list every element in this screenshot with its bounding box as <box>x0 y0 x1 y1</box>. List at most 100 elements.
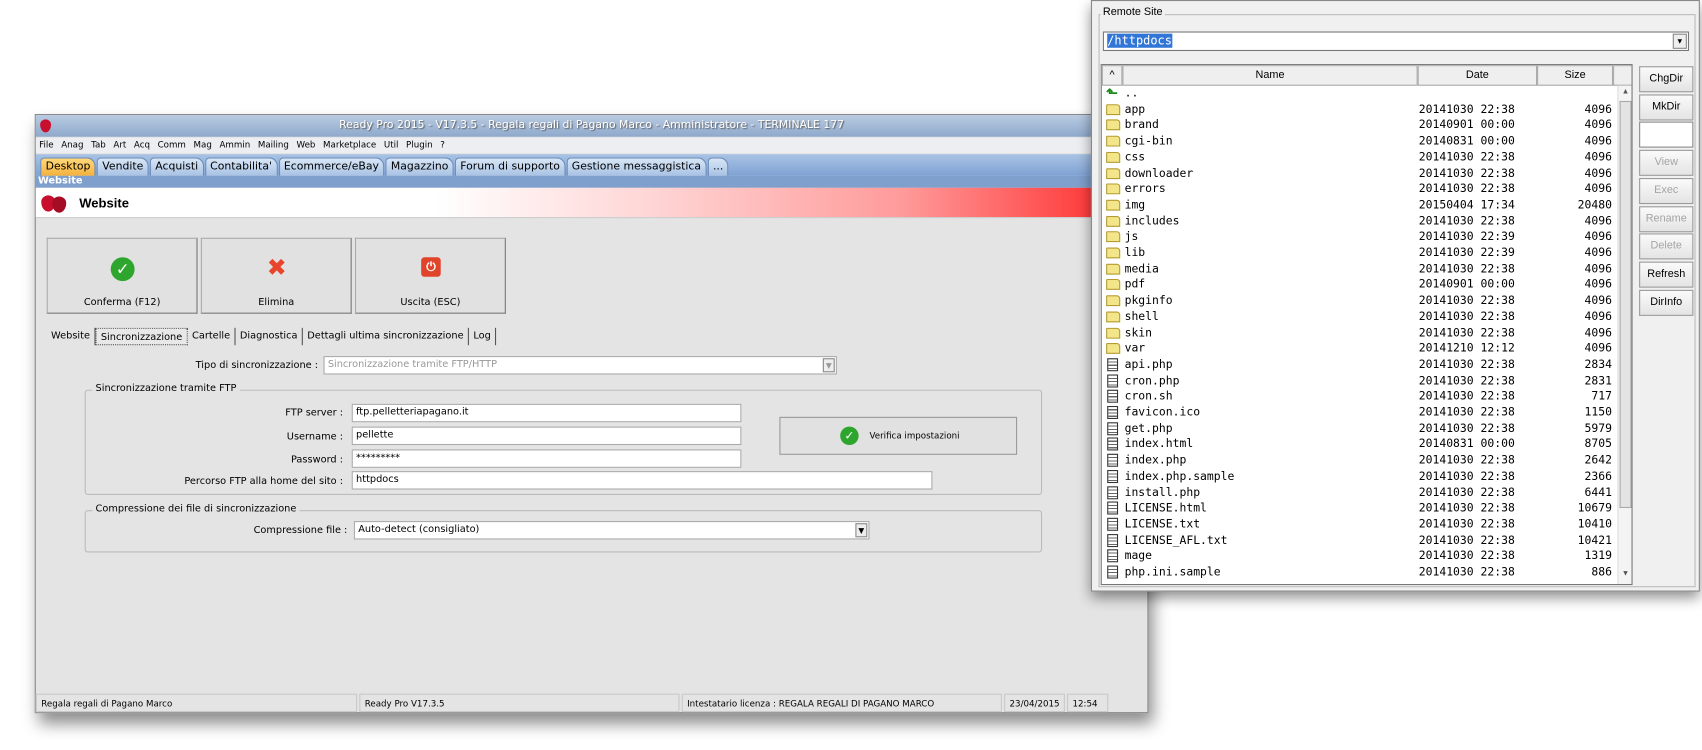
menu-ammin[interactable]: Ammin <box>219 140 250 150</box>
file-name: pdf <box>1124 278 1146 292</box>
file-row[interactable]: LICENSE_AFL.txt 20141030 22:38 10421 <box>1102 533 1612 549</box>
menu-util[interactable]: Util <box>384 140 399 150</box>
tab-8[interactable]: ... <box>707 157 729 176</box>
subtab-2[interactable]: Cartelle <box>188 327 236 346</box>
scroll-up-icon[interactable]: ▲ <box>1622 88 1630 96</box>
dropdown-arrow-icon[interactable]: ▼ <box>822 358 835 373</box>
size-column-header[interactable]: Size <box>1537 65 1614 86</box>
remote-command-input[interactable] <box>1639 121 1694 148</box>
tab-1[interactable]: Vendite <box>96 157 149 176</box>
vertical-scrollbar[interactable]: ▲ ▼ <box>1617 85 1632 584</box>
menu-comm[interactable]: Comm <box>158 140 186 150</box>
subtab-0[interactable]: Website <box>47 327 96 346</box>
menu-acq[interactable]: Acq <box>134 140 150 150</box>
file-row[interactable]: pkginfo 20141030 22:38 4096 <box>1102 293 1612 309</box>
file-row[interactable]: api.php 20141030 22:38 2834 <box>1102 357 1612 373</box>
file-row[interactable]: mage 20141030 22:38 1319 <box>1102 548 1612 564</box>
file-name: lib <box>1124 246 1146 260</box>
file-row[interactable]: skin 20141030 22:38 4096 <box>1102 325 1612 341</box>
menu-file[interactable]: File <box>39 140 54 150</box>
file-row[interactable]: cron.php 20141030 22:38 2831 <box>1102 373 1612 389</box>
file-row[interactable]: downloader 20141030 22:38 4096 <box>1102 166 1612 182</box>
menu-web[interactable]: Web <box>296 140 315 150</box>
file-row[interactable]: img 20150404 17:34 20480 <box>1102 197 1612 213</box>
file-name: app <box>1124 102 1146 116</box>
menu-mailing[interactable]: Mailing <box>258 140 289 150</box>
compression-select[interactable]: Auto-detect (consigliato) ▼ <box>353 521 870 540</box>
scrollbar-thumb[interactable] <box>1619 100 1632 509</box>
file-row[interactable]: brand 20140901 00:00 4096 <box>1102 118 1612 134</box>
file-row[interactable]: lib 20141030 22:39 4096 <box>1102 245 1612 261</box>
file-icon <box>1107 501 1119 515</box>
tab-4[interactable]: Ecommerce/eBay <box>278 157 385 176</box>
username-input[interactable]: pellette <box>351 426 742 446</box>
dropdown-arrow-icon[interactable]: ▼ <box>855 523 868 538</box>
file-row[interactable]: shell 20141030 22:38 4096 <box>1102 309 1612 325</box>
file-row[interactable]: index.php.sample 20141030 22:38 2366 <box>1102 469 1612 485</box>
menu-anag[interactable]: Anag <box>61 140 83 150</box>
menu-plugin[interactable]: Plugin <box>406 140 433 150</box>
file-row[interactable]: cron.sh 20141030 22:38 717 <box>1102 389 1612 405</box>
file-row[interactable]: index.html 20140831 00:00 8705 <box>1102 437 1612 453</box>
menu-mag[interactable]: Mag <box>194 140 212 150</box>
file-row[interactable]: cgi-bin 20140831 00:00 4096 <box>1102 134 1612 150</box>
menu-art[interactable]: Art <box>113 140 126 150</box>
file-name: cron.sh <box>1124 390 1173 404</box>
mkdir-button[interactable]: MkDir <box>1639 94 1694 121</box>
file-row[interactable]: get.php 20141030 22:38 5979 <box>1102 421 1612 437</box>
view-button[interactable]: View <box>1639 149 1694 176</box>
subtab-5[interactable]: Log <box>469 327 497 346</box>
file-row[interactable]: LICENSE.txt 20141030 22:38 10410 <box>1102 517 1612 533</box>
tab-0[interactable]: Desktop <box>40 157 96 176</box>
tab-6[interactable]: Forum di supporto <box>454 157 566 176</box>
delete-button[interactable]: Delete <box>1639 233 1694 260</box>
menu-tab[interactable]: Tab <box>91 140 106 150</box>
tab-2[interactable]: Acquisti <box>149 157 204 176</box>
folder-icon <box>1106 279 1121 291</box>
file-row[interactable]: php.ini.sample 20141030 22:38 886 <box>1102 564 1612 580</box>
file-row[interactable]: pdf 20140901 00:00 4096 <box>1102 277 1612 293</box>
rename-button[interactable]: Rename <box>1639 206 1694 233</box>
sync-type-select[interactable]: Sincronizzazione tramite FTP/HTTP ▼ <box>323 356 837 375</box>
file-row[interactable]: index.php 20141030 22:38 2642 <box>1102 453 1612 469</box>
exec-button[interactable]: Exec <box>1639 178 1694 205</box>
verify-settings-button[interactable]: ✓ Verifica impostazioni <box>779 416 1018 455</box>
subtab-1[interactable]: Sincronizzazione <box>95 327 188 346</box>
ftp-server-input[interactable]: ftp.pelletteriapagano.it <box>351 403 742 423</box>
sort-column-header[interactable]: ^ <box>1101 65 1123 86</box>
dirinfo-button[interactable]: DirInfo <box>1639 289 1694 316</box>
name-column-header[interactable]: Name <box>1122 65 1418 86</box>
dropdown-arrow-icon[interactable]: ▼ <box>1672 33 1687 49</box>
scroll-down-icon[interactable]: ▼ <box>1622 570 1630 578</box>
exit-button[interactable]: ⏻ Uscita (ESC) <box>354 237 506 314</box>
file-row[interactable]: js 20141030 22:39 4096 <box>1102 229 1612 245</box>
delete-button[interactable]: ✖ Elimina <box>200 237 352 314</box>
file-row[interactable]: errors 20141030 22:38 4096 <box>1102 181 1612 197</box>
password-input[interactable]: ********* <box>351 449 742 468</box>
file-row[interactable]: css 20141030 22:38 4096 <box>1102 150 1612 166</box>
remote-path-combo[interactable]: /httpdocs ▼ <box>1102 31 1690 52</box>
file-row[interactable]: install.php 20141030 22:38 6441 <box>1102 485 1612 501</box>
file-row[interactable]: var 20141210 12:12 4096 <box>1102 341 1612 357</box>
menu-marketplace[interactable]: Marketplace <box>323 140 376 150</box>
file-row[interactable]: favicon.ico 20141030 22:38 1150 <box>1102 405 1612 421</box>
subtab-4[interactable]: Dettagli ultima sincronizzazione <box>303 327 470 346</box>
file-date: 20141030 22:38 <box>1418 501 1515 515</box>
tab-5[interactable]: Magazzino <box>385 157 454 176</box>
parent-dir-row[interactable]: ⬑.. <box>1102 86 1612 102</box>
chgdir-button[interactable]: ChgDir <box>1639 66 1694 93</box>
file-row[interactable]: includes 20141030 22:38 4096 <box>1102 213 1612 229</box>
refresh-button[interactable]: Refresh <box>1639 261 1694 288</box>
confirm-button[interactable]: ✓ Conferma (F12) <box>46 237 198 314</box>
file-row[interactable]: media 20141030 22:38 4096 <box>1102 261 1612 277</box>
file-size: 4096 <box>1584 118 1612 132</box>
date-column-header[interactable]: Date <box>1417 65 1538 86</box>
tab-7[interactable]: Gestione messaggistica <box>566 157 707 176</box>
menu-q[interactable]: ? <box>440 140 445 150</box>
ftp-path-input[interactable]: httpdocs <box>351 471 933 490</box>
file-row[interactable]: app 20141030 22:38 4096 <box>1102 102 1612 118</box>
tab-3[interactable]: Contabilita' <box>204 157 278 176</box>
file-row[interactable]: LICENSE.html 20141030 22:38 10679 <box>1102 501 1612 517</box>
subtab-3[interactable]: Diagnostica <box>236 327 303 346</box>
file-size: 2642 <box>1584 453 1612 467</box>
